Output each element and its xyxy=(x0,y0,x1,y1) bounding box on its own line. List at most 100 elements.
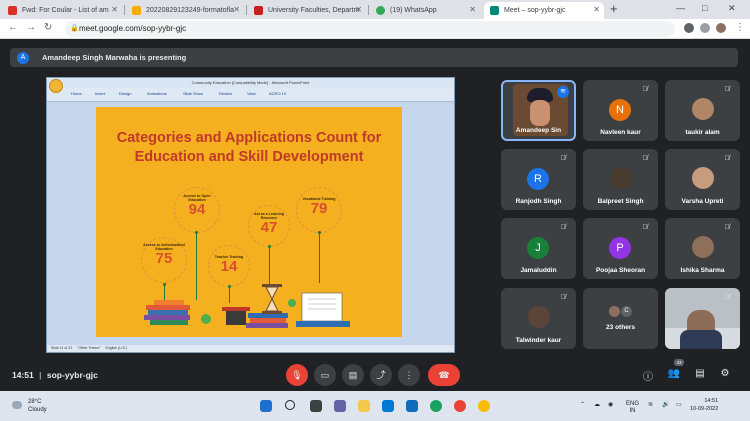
camera-tray-icon[interactable]: ◉ xyxy=(608,401,613,408)
participant-tile[interactable]: 🎙̸ Talwinder kaur xyxy=(501,288,576,349)
education-illustration xyxy=(144,284,350,328)
edge-icon[interactable] xyxy=(382,400,394,412)
tab-document[interactable]: 20220829123249-formatofla ✕ xyxy=(126,2,244,19)
stat-dot xyxy=(195,231,198,234)
mic-off-icon: 🎙̸ xyxy=(642,155,648,162)
participant-tile[interactable]: 🎙̸ Ishika Sharma xyxy=(665,218,740,279)
lang-code: ENG xyxy=(626,401,640,407)
stat-open-education: Access to Open Education 94 xyxy=(176,194,218,218)
stat-value: 75 xyxy=(155,250,173,268)
store-icon[interactable] xyxy=(406,400,418,412)
star-icon[interactable] xyxy=(700,23,710,33)
windows-start-icon[interactable] xyxy=(260,400,272,412)
participant-name: Navleen kaur xyxy=(600,129,641,136)
close-window-button[interactable]: ✕ xyxy=(728,3,736,14)
others-tile[interactable]: C 23 others xyxy=(583,288,658,349)
activities-icon[interactable]: ⚙ xyxy=(718,368,732,379)
ppt-title-bar: Community Education [Compatibility Mode]… xyxy=(47,78,454,88)
present-now-button[interactable]: ⤴ xyxy=(370,364,392,386)
tray-expand-icon[interactable]: ⌃ xyxy=(580,401,585,408)
tab-label: Meet – sop-yybr-gjc xyxy=(504,7,566,14)
participant-name: Jamaluddin xyxy=(520,267,557,274)
ribbon-tab: Design xyxy=(119,91,132,96)
tab-gmail[interactable]: Fwd: For Coular - List of am ✕ xyxy=(2,2,122,19)
reload-icon[interactable]: ↻ xyxy=(44,22,52,33)
participant-tile[interactable]: 🎙̸ taukir alam xyxy=(665,80,740,141)
battery-icon[interactable]: ▭ xyxy=(676,401,682,408)
volume-icon[interactable]: 🔊 xyxy=(662,401,669,408)
system-clock[interactable]: 14:51 10-09-2022 xyxy=(690,397,718,413)
camera-toggle-button[interactable]: ▭ xyxy=(314,364,336,386)
stat-dot xyxy=(268,245,271,248)
meeting-info: 14:51 | sop-yybr-gjc xyxy=(12,370,98,380)
captions-button[interactable]: ▤ xyxy=(342,364,364,386)
task-view-icon[interactable] xyxy=(310,400,322,412)
close-tab-icon[interactable]: ✕ xyxy=(469,5,476,14)
shirt-shape xyxy=(680,330,722,349)
chat-icon[interactable]: ▤ xyxy=(693,368,707,379)
participant-tile[interactable]: 🎙̸ Balpreet Singh xyxy=(583,149,658,210)
chrome-app-icon[interactable] xyxy=(430,400,442,412)
mic-off-icon: 🎙̸ xyxy=(560,224,566,231)
browser-toolbar: ← → ↻ 🔒 meet.google.com/sop-yybr-gjc ⋮ xyxy=(0,19,750,39)
minimize-button[interactable]: — xyxy=(676,3,685,13)
participant-tile[interactable]: 🎙̸ xyxy=(665,288,740,349)
participant-photo xyxy=(528,306,550,328)
address-bar[interactable]: 🔒 meet.google.com/sop-yybr-gjc xyxy=(65,21,675,37)
close-tab-icon[interactable]: ✕ xyxy=(593,5,600,14)
ppt-ribbon: Home Insert Design Animations Slide Show… xyxy=(47,88,454,102)
tab-meet[interactable]: Meet – sop-yybr-gjc ✕ xyxy=(484,2,604,19)
info-icon[interactable]: ⓘ xyxy=(641,368,655,383)
leave-call-button[interactable]: ☎ xyxy=(428,364,460,386)
office-button-icon xyxy=(49,79,63,93)
participant-tile[interactable]: 🎙̸ J Jamaluddin xyxy=(501,218,576,279)
camera-indicator-icon[interactable] xyxy=(684,23,694,33)
stat-dot xyxy=(318,231,321,234)
more-options-button[interactable]: ⋮ xyxy=(398,364,420,386)
new-tab-button[interactable]: + xyxy=(610,2,618,16)
mic-off-icon: 🎙̸ xyxy=(642,224,648,231)
profile-avatar[interactable] xyxy=(716,23,726,33)
participant-tile[interactable]: 🎙̸ P Poojaa Sheoran xyxy=(583,218,658,279)
ribbon-tab: Slide Show xyxy=(183,91,204,96)
document-icon xyxy=(132,6,141,15)
ribbon-tab: Home xyxy=(71,91,82,96)
participant-photo xyxy=(692,98,714,120)
menu-icon[interactable]: ⋮ xyxy=(735,22,745,33)
teams-icon[interactable] xyxy=(334,400,346,412)
onedrive-icon[interactable]: ☁ xyxy=(594,401,600,408)
forward-icon[interactable]: → xyxy=(26,22,36,33)
tab-label: University Faculties, Departm xyxy=(268,7,360,14)
presenter-avatar: A xyxy=(17,51,29,64)
close-tab-icon[interactable]: ✕ xyxy=(355,5,362,14)
close-tab-icon[interactable]: ✕ xyxy=(111,5,118,14)
tab-university[interactable]: University Faculties, Departm ✕ xyxy=(248,2,366,19)
participant-tile[interactable]: 🎙̸ N Navleen kaur xyxy=(583,80,658,141)
close-tab-icon[interactable]: ✕ xyxy=(233,5,240,14)
mic-off-icon: 🎙̸ xyxy=(724,155,730,162)
language-indicator[interactable]: ENG IN xyxy=(626,401,639,415)
others-avatar: C xyxy=(621,306,632,317)
chrome-active-icon[interactable] xyxy=(454,400,466,412)
file-explorer-icon[interactable] xyxy=(358,400,370,412)
participant-avatar: R xyxy=(527,168,549,190)
tab-whatsapp[interactable]: (19) WhatsApp ✕ xyxy=(370,2,480,19)
chrome-profile-icon[interactable] xyxy=(478,400,490,412)
wifi-icon[interactable]: ≋ xyxy=(648,401,653,408)
ppt-status-bar: Slide 11 of 22 "Office Theme" English (U… xyxy=(47,345,454,352)
mic-toggle-button[interactable]: 🎙 xyxy=(286,364,308,386)
participant-tile[interactable]: ≋ Amandeep Sin xyxy=(501,80,576,141)
ribbon-tab: Insert xyxy=(95,91,106,96)
mic-off-icon: 🎙̸ xyxy=(560,294,566,301)
participant-name: Ranjodh Singh xyxy=(515,198,562,205)
participant-tile[interactable]: 🎙̸ R Ranjodh Singh xyxy=(501,149,576,210)
people-icon[interactable]: 👥 xyxy=(667,368,681,379)
search-icon[interactable] xyxy=(285,400,295,410)
participant-name: Balpreet Singh xyxy=(597,198,644,205)
stat-value: 79 xyxy=(310,200,328,218)
participant-name: Talwinder kaur xyxy=(515,337,562,344)
meeting-controls: 14:51 | sop-yybr-gjc 🎙 ▭ ▤ ⤴ ⋮ ☎ ⓘ 👥 33 … xyxy=(0,359,750,391)
participant-tile[interactable]: 🎙̸ Varsha Upreti xyxy=(665,149,740,210)
maximize-button[interactable]: □ xyxy=(702,3,707,13)
back-icon[interactable]: ← xyxy=(8,22,18,33)
